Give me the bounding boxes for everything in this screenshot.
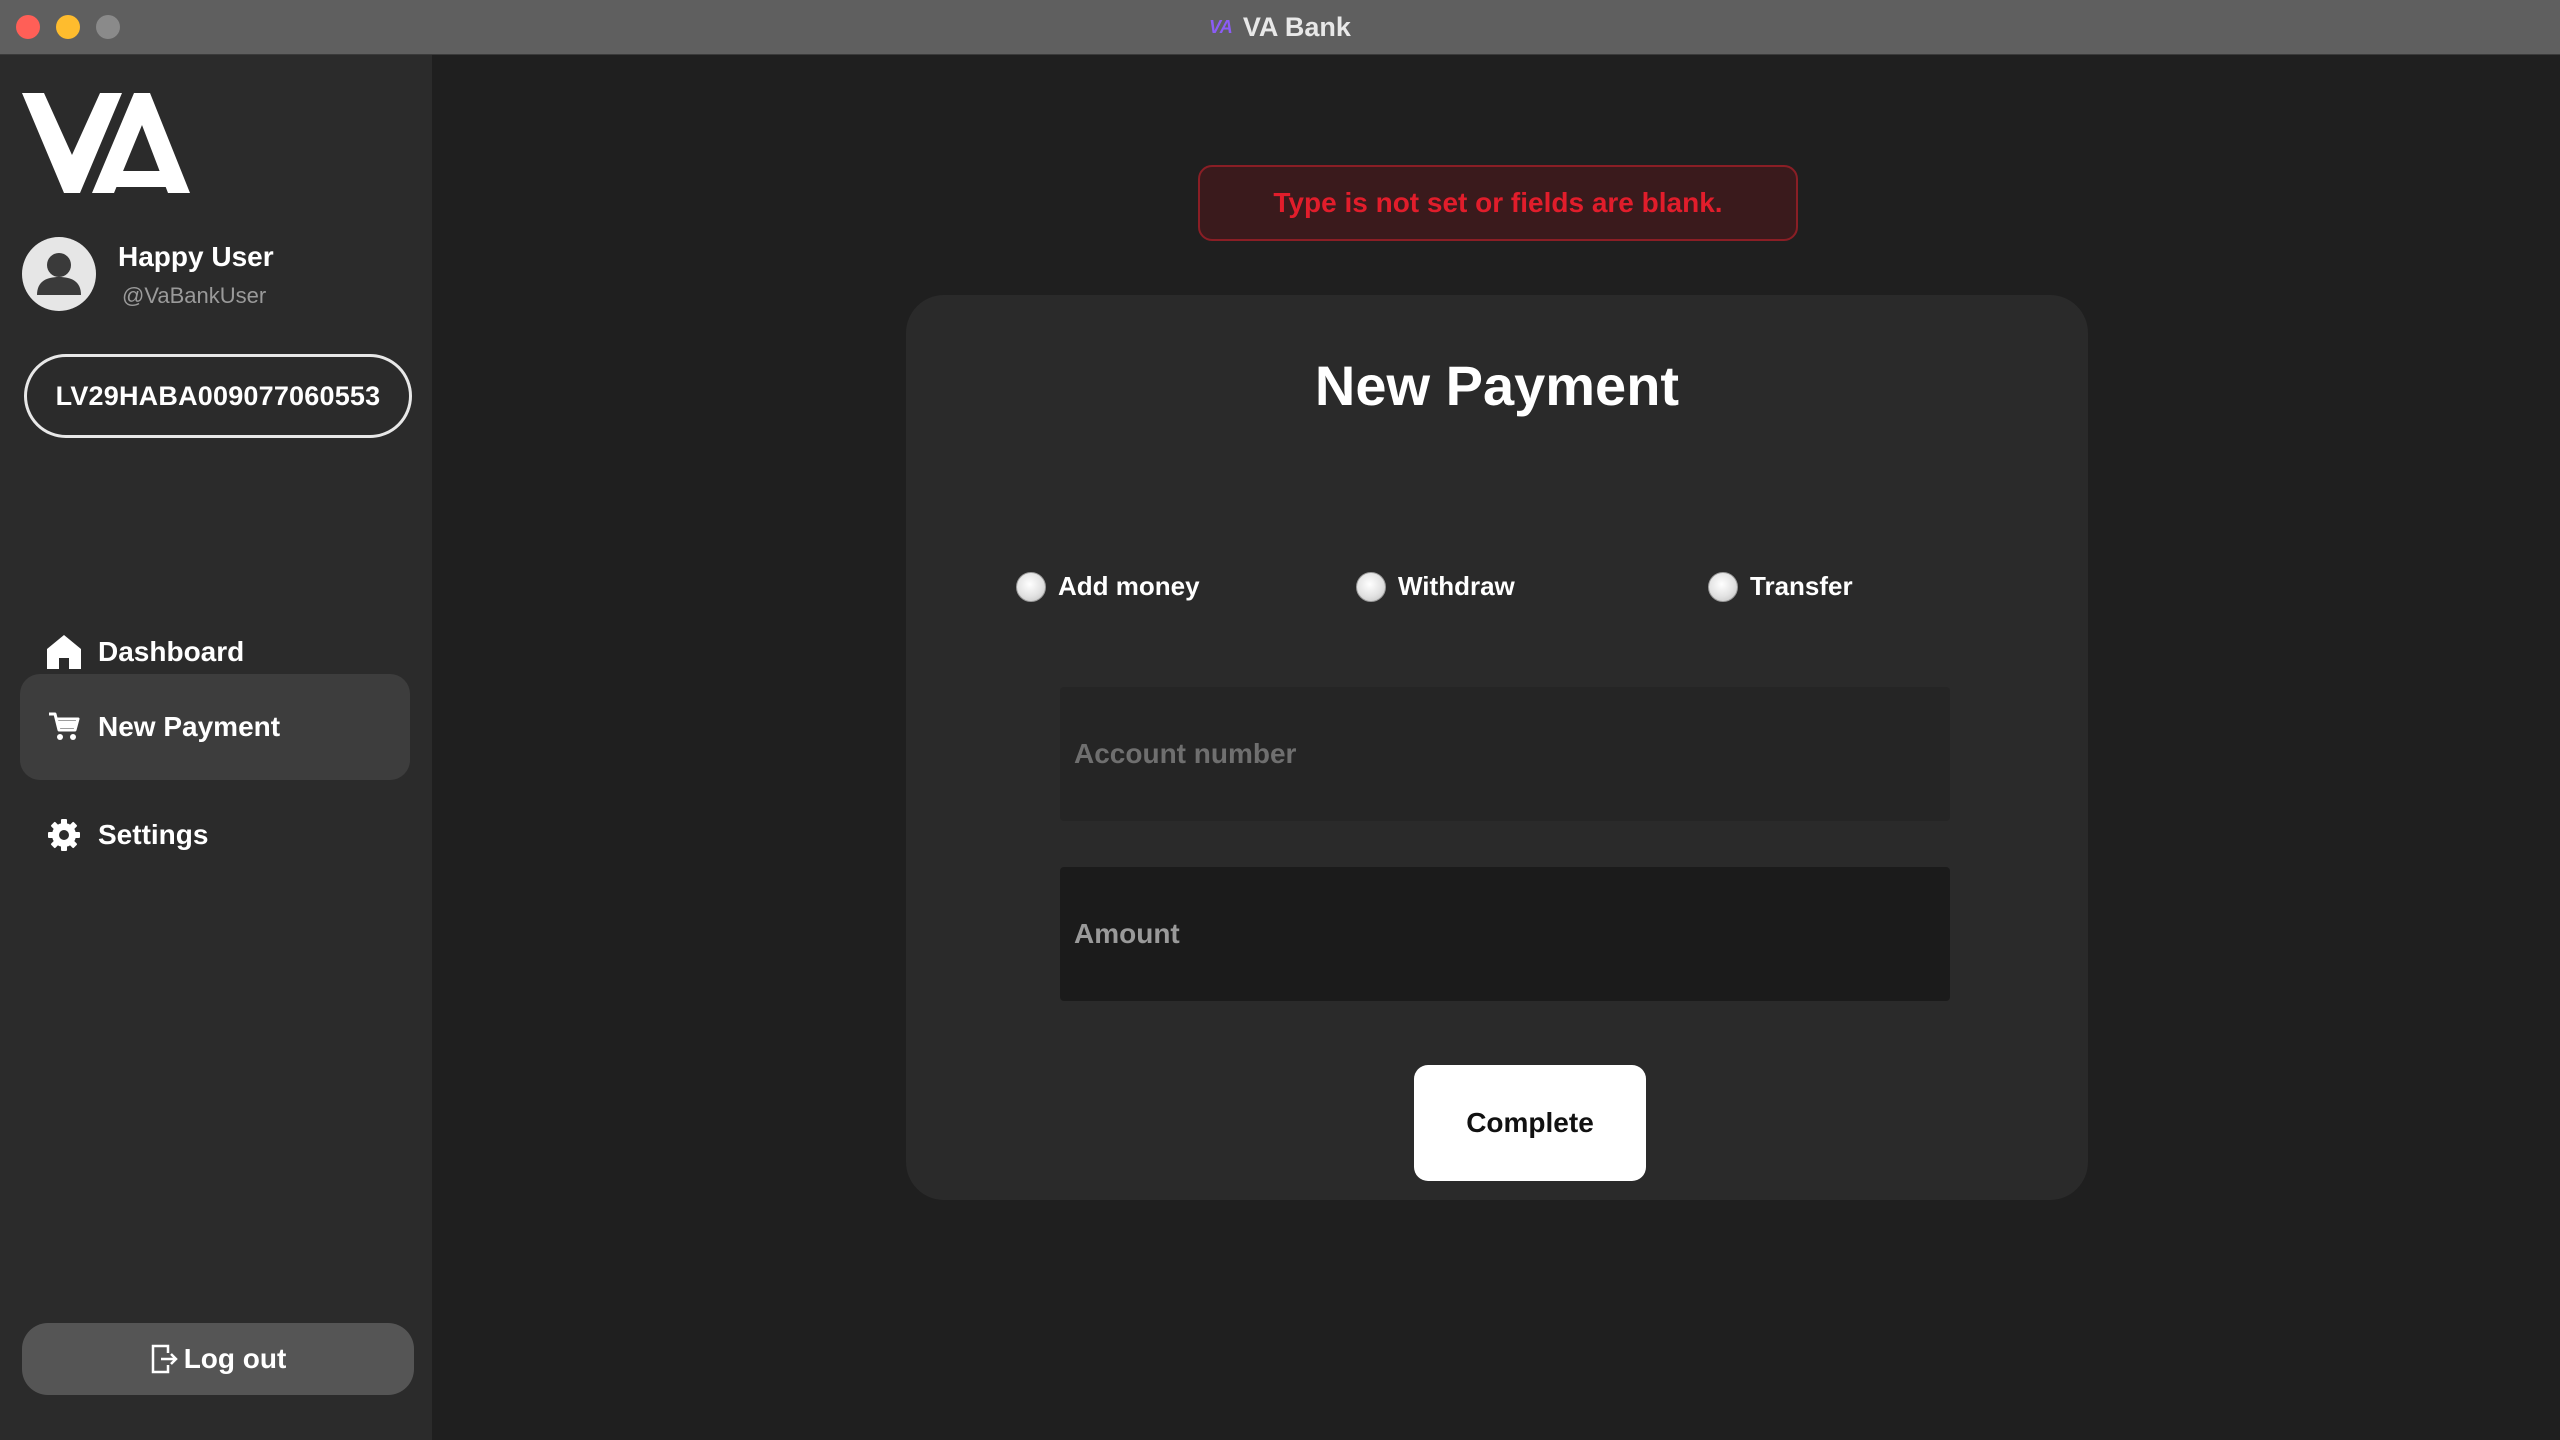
title-bar: VA VA Bank xyxy=(0,0,2560,55)
page-title: New Payment xyxy=(1314,354,1680,417)
error-banner: Type is not set or fields are blank. xyxy=(1198,165,1798,241)
sidebar-item-label: New Payment xyxy=(98,711,281,742)
radio-transfer[interactable]: Transfer xyxy=(1708,571,1853,602)
sidebar-item-label: Dashboard xyxy=(98,636,245,667)
sidebar-item-settings[interactable]: Settings xyxy=(20,782,410,888)
avatar xyxy=(22,237,96,311)
new-payment-card: New Payment Add money Withdraw Transfer … xyxy=(906,295,2088,1200)
radio-button[interactable] xyxy=(1356,571,1386,602)
complete-button[interactable]: Complete xyxy=(1414,1065,1646,1181)
home-icon xyxy=(44,632,84,672)
sidebar-item-new-payment[interactable]: New Payment xyxy=(20,674,410,780)
radio-label: Transfer xyxy=(1750,571,1853,601)
window-title: VA VA Bank xyxy=(0,0,2560,55)
app-title-icon: VA xyxy=(1209,17,1233,37)
radio-withdraw[interactable]: Withdraw xyxy=(1356,571,1515,602)
account-iban[interactable]: LV29HABA009077060553 xyxy=(24,354,412,438)
logout-icon xyxy=(151,1344,178,1374)
logout-button[interactable]: Log out xyxy=(22,1323,414,1395)
cart-icon xyxy=(44,707,84,747)
radio-label: Withdraw xyxy=(1398,571,1515,601)
sidebar: Happy User @VaBankUser LV29HABA009077060… xyxy=(0,55,432,1440)
user-handle: @VaBankUser xyxy=(122,283,267,308)
logout-label: Log out xyxy=(183,1343,287,1374)
sidebar-item-label: Settings xyxy=(98,819,209,850)
radio-add-money[interactable]: Add money xyxy=(1016,571,1200,602)
user-icon xyxy=(37,253,81,295)
window-title-text: VA Bank xyxy=(1242,12,1351,42)
va-logo xyxy=(22,93,190,193)
radio-button[interactable] xyxy=(1708,571,1738,602)
main-content: Type is not set or fields are blank. New… xyxy=(432,55,2560,1440)
user-name: Happy User xyxy=(118,241,274,272)
app-window: VA VA Bank Happy User @VaBankUser LV29HA… xyxy=(0,0,2560,1440)
account-number-field[interactable]: Account number xyxy=(1060,687,1950,821)
radio-label: Add money xyxy=(1058,571,1200,601)
amount-field[interactable]: Amount xyxy=(1060,867,1950,1001)
radio-button[interactable] xyxy=(1016,571,1046,602)
gear-icon xyxy=(44,815,84,855)
